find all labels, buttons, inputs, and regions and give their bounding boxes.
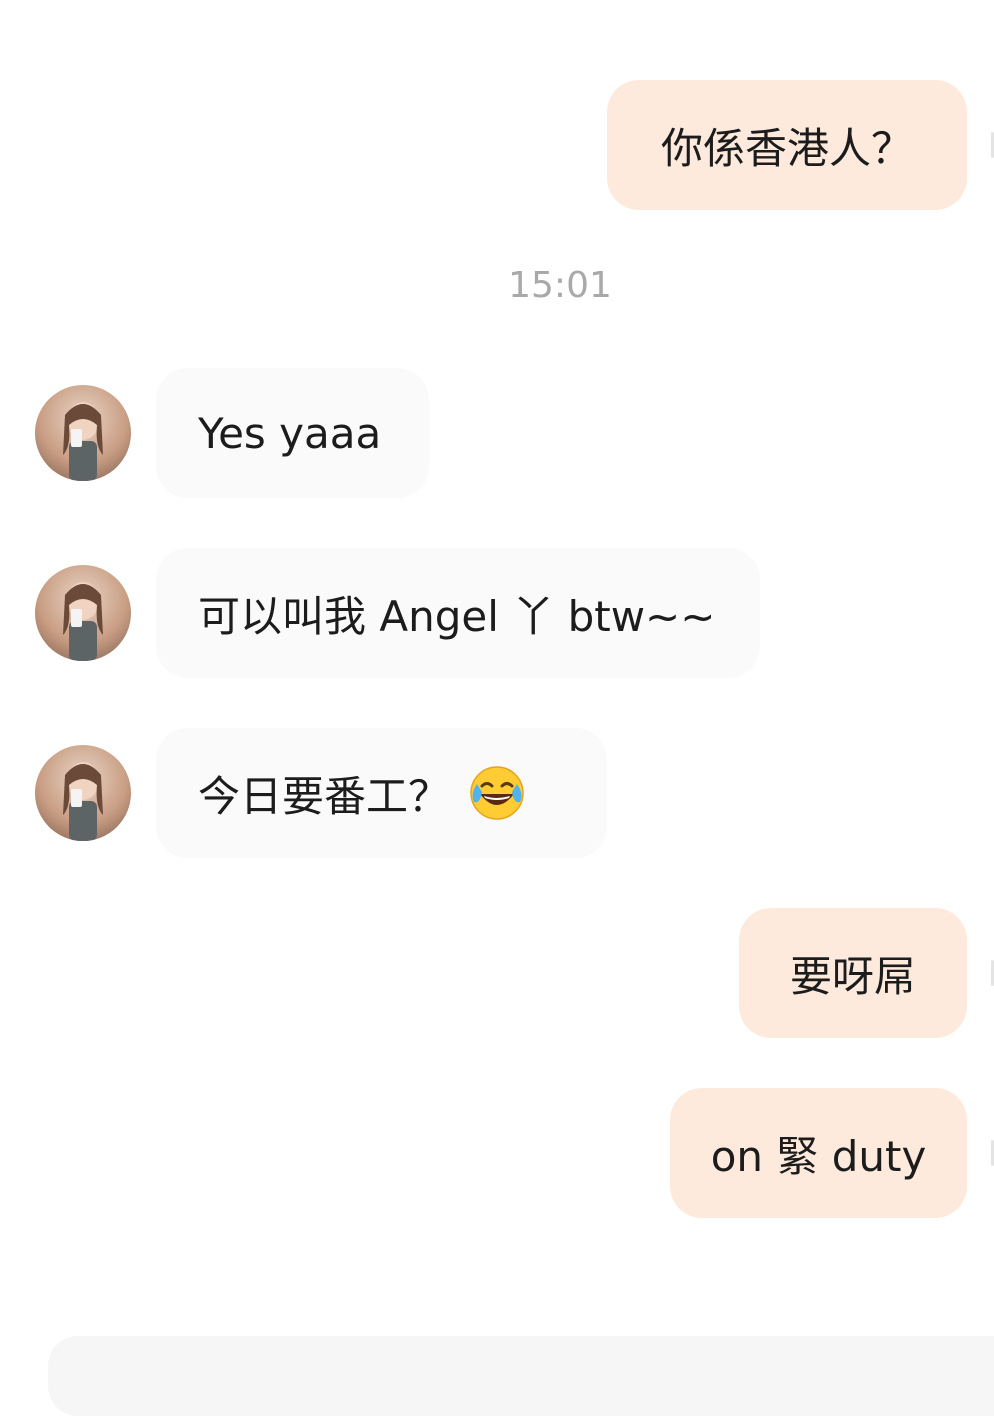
tears-of-joy-emoji-icon <box>468 764 526 822</box>
contact-avatar[interactable] <box>35 745 131 841</box>
message-text: Yes yaaa <box>198 408 382 458</box>
message-text: 可以叫我 Angel 丫 btw~~ <box>198 591 716 641</box>
outgoing-message-bubble[interactable]: on 緊 duty <box>670 1088 967 1218</box>
message-composer-input[interactable] <box>48 1336 994 1416</box>
outgoing-message-bubble[interactable]: 要呀屌 <box>739 908 967 1038</box>
outgoing-message-bubble[interactable]: 你係香港人？ <box>607 80 967 210</box>
incoming-message-bubble[interactable]: 今日要番工？ <box>156 728 607 858</box>
incoming-message-bubble[interactable]: 可以叫我 Angel 丫 btw~~ <box>156 548 760 678</box>
message-text: 要呀屌 <box>789 951 916 1001</box>
incoming-message-bubble[interactable]: Yes yaaa <box>156 368 429 498</box>
message-text: 今日要番工？ <box>198 771 451 821</box>
contact-avatar[interactable] <box>35 565 131 661</box>
message-text: 你係香港人？ <box>660 123 913 173</box>
message-timestamp: 15:01 <box>508 265 612 306</box>
message-text: on 緊 duty <box>710 1131 927 1181</box>
contact-avatar[interactable] <box>35 385 131 481</box>
